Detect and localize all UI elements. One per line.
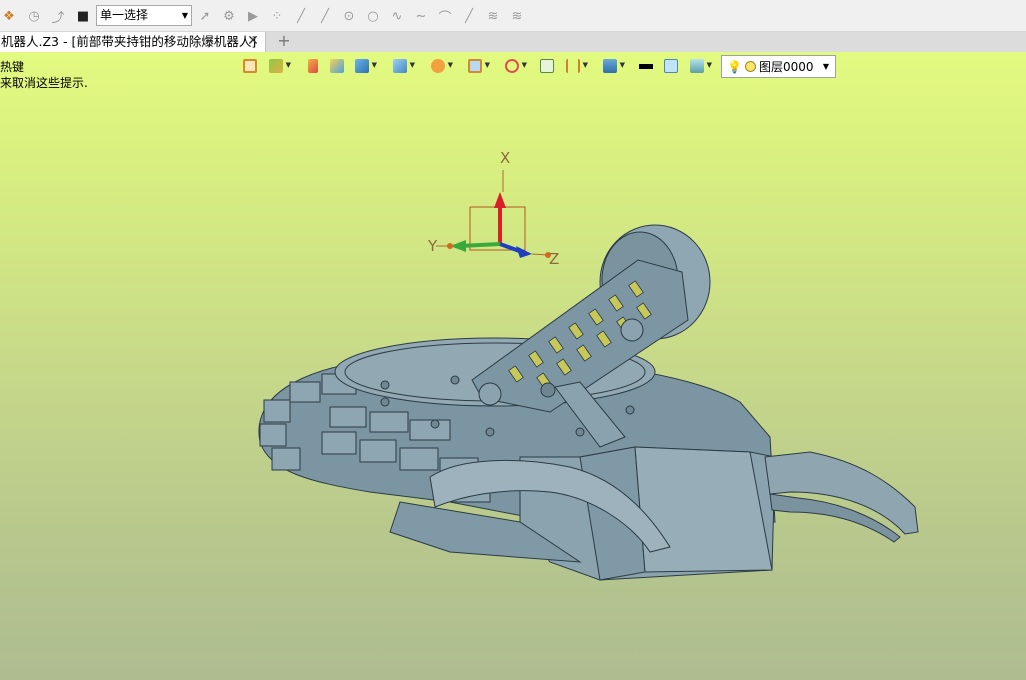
redo-icon[interactable]: ⤴	[49, 7, 67, 26]
layer-select[interactable]: 💡 图层0000 ▼	[721, 55, 836, 78]
document-tab-title: 机器人.Z3 - [前部带夹持钳的移动除爆机器人]	[1, 34, 257, 49]
shading-icon[interactable]: ▼	[428, 55, 453, 77]
filter-icon[interactable]: ⚙	[220, 7, 238, 25]
view-cube-icon[interactable]: ▼	[390, 55, 415, 77]
solid-cube-icon[interactable]: ▼	[352, 55, 377, 77]
display-icon[interactable]: ▼	[600, 55, 625, 77]
slash-icon[interactable]: ╱	[316, 7, 334, 25]
layers-icon[interactable]: ▼	[266, 55, 291, 77]
point-icon[interactable]: ⁘	[268, 7, 286, 25]
arc-icon[interactable]: ⌒	[436, 7, 454, 26]
stack-icon[interactable]: ≋	[508, 7, 526, 25]
layer-name: 图层0000	[758, 60, 814, 74]
hint-line-1: 热键	[0, 60, 25, 74]
layer-stack-icon[interactable]: ≋	[484, 7, 502, 25]
new-tab-button[interactable]: +	[276, 32, 292, 52]
undo-view-icon[interactable]	[240, 55, 260, 77]
circle-point-icon[interactable]: ⊙	[340, 7, 358, 25]
cursor-icon[interactable]: ➚	[196, 7, 214, 25]
chevron-down-icon: ▼	[181, 11, 188, 20]
line-icon[interactable]: ╱	[292, 7, 310, 25]
orient-icon[interactable]: ▼	[502, 55, 527, 77]
3d-viewport[interactable]: 热键 来取消这些提示. ▼ ▼ ▼ ▼ ▼ ▼ ▼ ▼ ▼ 💡 图层0000 ▼…	[0, 52, 1026, 680]
fit-icon[interactable]	[537, 55, 557, 77]
close-icon[interactable]: ✕	[245, 32, 261, 52]
robot-model[interactable]	[250, 202, 930, 582]
history-icon[interactable]: ◷	[25, 7, 43, 25]
lightbulb-icon[interactable]: 💡	[727, 60, 742, 74]
wave-icon[interactable]: ∿	[388, 7, 406, 25]
layer-manager-icon[interactable]: ▼	[687, 55, 712, 77]
selection-mode-select[interactable]: 单一选择 ▼	[96, 5, 192, 26]
stop-icon[interactable]: ■	[74, 7, 92, 25]
pen-icon[interactable]: ╱	[460, 7, 478, 25]
brush-icon[interactable]	[303, 55, 323, 77]
chevron-down-icon: ▼	[822, 62, 829, 71]
document-tab-bar: 机器人.Z3 - [前部带夹持钳的移动除爆机器人] ✕ +	[0, 32, 1026, 52]
fill-color-icon[interactable]	[661, 55, 681, 77]
document-tab[interactable]: 机器人.Z3 - [前部带夹持钳的移动除爆机器人]	[0, 32, 266, 52]
circle-icon[interactable]: ○	[364, 7, 382, 25]
app-icon[interactable]: ❖	[0, 7, 18, 25]
top-toolbar: ❖ ◷ ⤴ ■ 单一选择 ▼ ➚ ⚙ ▶ ⁘ ╱ ╱ ⊙ ○ ∿ ∼ ⌒ ╱ ≋…	[0, 0, 1026, 32]
line-color-icon[interactable]	[636, 55, 656, 77]
play-icon[interactable]: ▶	[244, 7, 262, 25]
zoom-frame-icon[interactable]: ▼	[465, 55, 490, 77]
selection-mode-value: 单一选择	[100, 8, 149, 22]
hint-line-2: 来取消这些提示.	[0, 76, 88, 90]
layer-color-icon	[744, 61, 756, 72]
cube-icon[interactable]	[327, 55, 347, 77]
curve-icon[interactable]: ∼	[412, 7, 430, 25]
x-axis-label: X	[500, 149, 511, 167]
dimension-icon[interactable]: ▼	[563, 55, 588, 77]
